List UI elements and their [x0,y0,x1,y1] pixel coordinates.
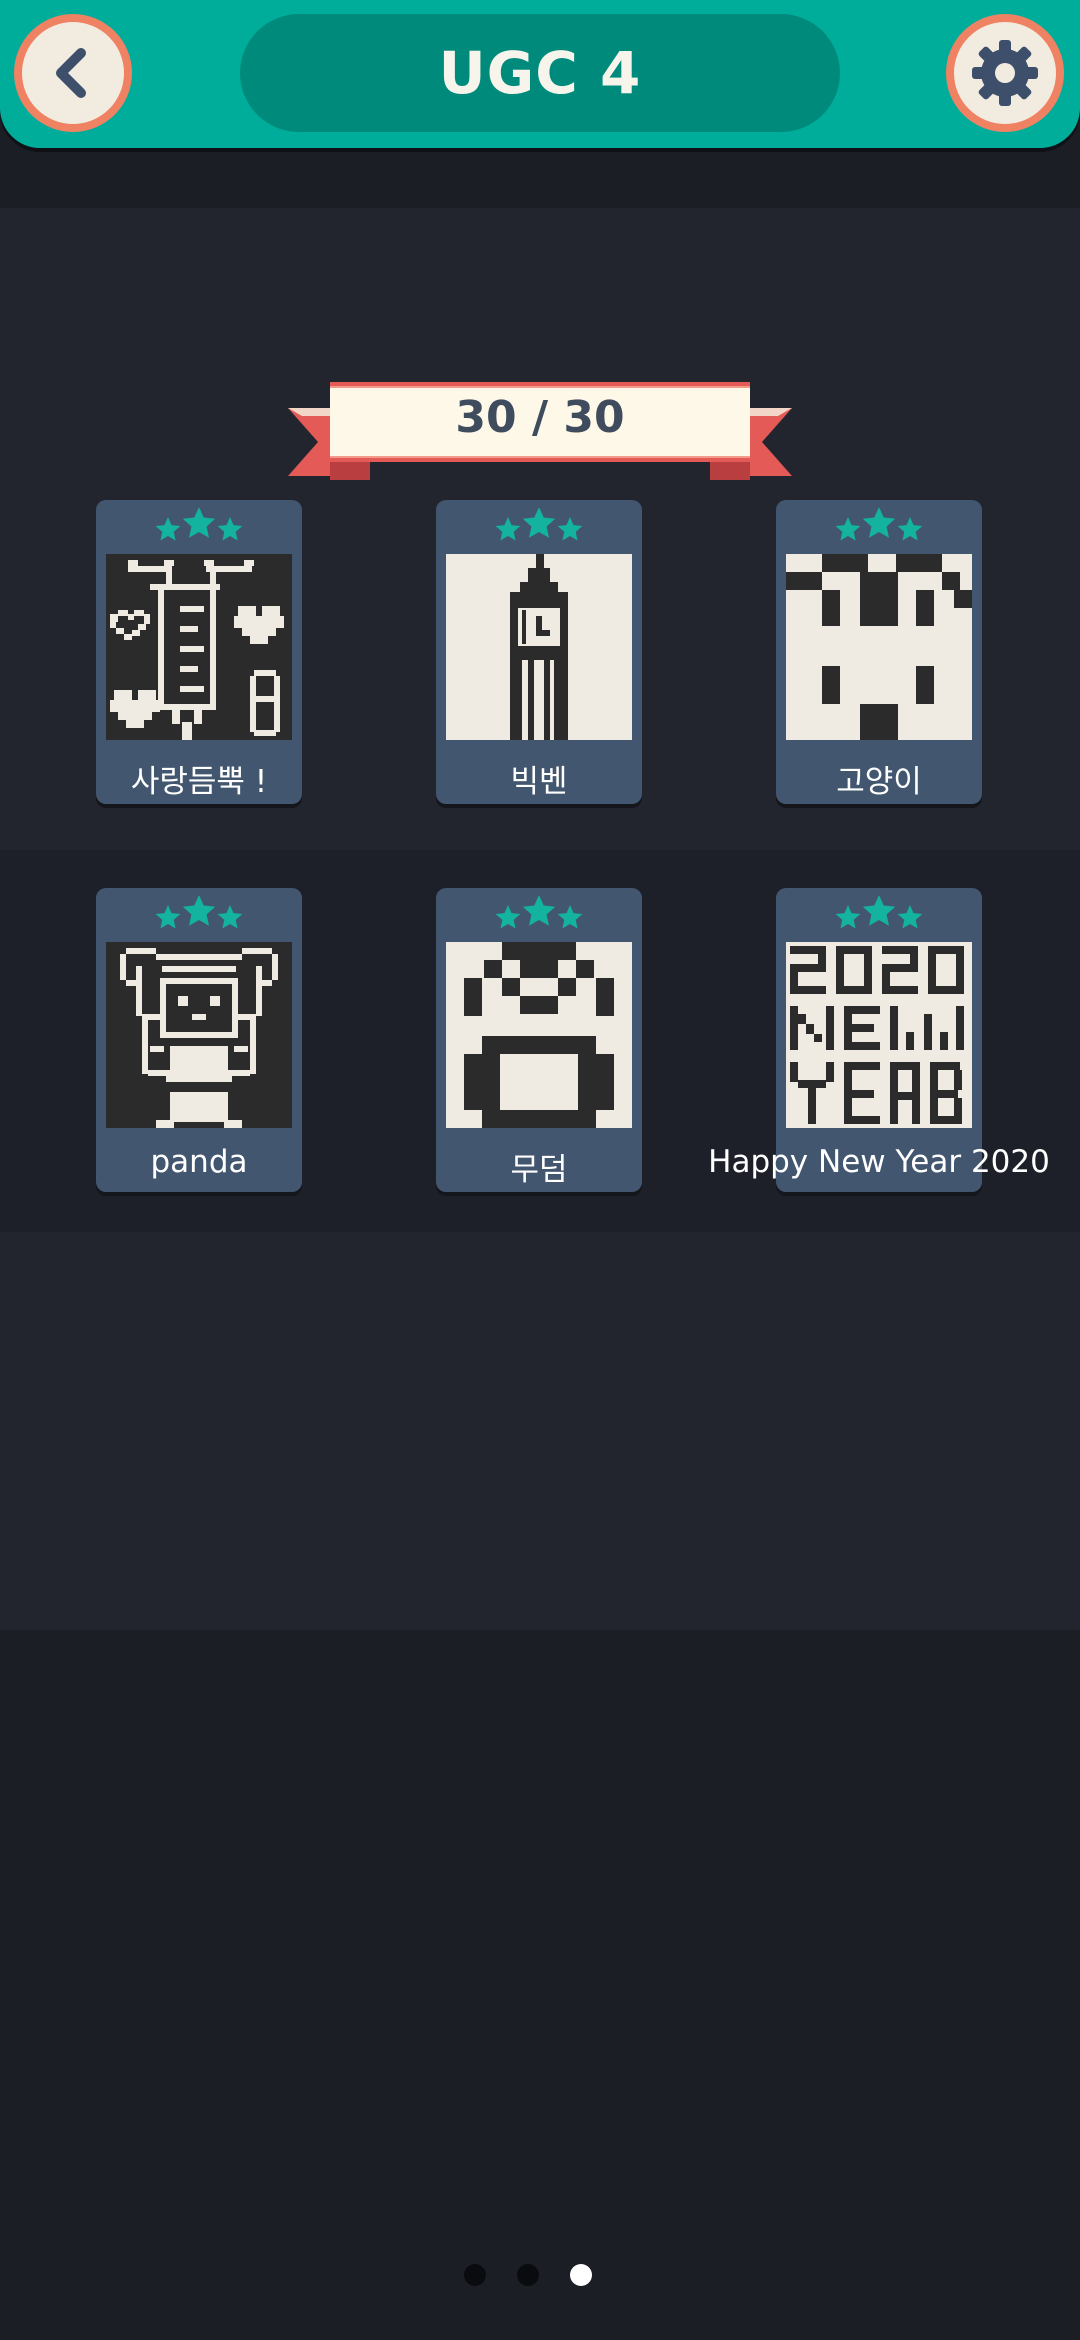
2020-new-year-pixel-art [786,942,972,1128]
page-dot-3-active[interactable] [570,2264,592,2286]
star-icon-3 [897,517,923,541]
level-card-1[interactable]: 사랑듬뿍 ! [96,500,302,804]
back-button[interactable] [14,14,132,132]
settings-button[interactable] [946,14,1064,132]
progress-counter: 30 / 30 [455,391,625,443]
level-card-5[interactable]: 무덤 [436,888,642,1192]
level-name: Happy New Year 2020 [708,1144,1050,1180]
three-stars-icon [835,508,923,541]
star-icon-2 [182,508,216,538]
star-icon-2 [522,508,556,538]
big-ben-pixel-art [446,554,632,740]
star-icon-3 [217,517,243,541]
star-icon-1 [495,905,521,929]
level-card-3[interactable]: 고양이 [776,500,982,804]
star-icon-3 [217,905,243,929]
title-pill: UGC 4 [240,14,840,132]
tomb-pixel-art [446,942,632,1128]
star-icon-2 [522,896,556,926]
level-name: 고양이 [836,764,922,800]
syringe-hearts-pixel-art [106,554,292,740]
star-icon-3 [557,905,583,929]
star-icon-2 [862,896,896,926]
star-icon-2 [862,508,896,538]
star-icon-1 [155,517,181,541]
star-icon-3 [897,905,923,929]
top-bar: UGC 4 [0,0,1080,148]
gear-icon [972,40,1038,106]
page-dot-2[interactable] [517,2264,539,2286]
level-card-4[interactable]: panda [96,888,302,1192]
star-icon-3 [557,517,583,541]
level-card-6[interactable]: Happy New Year 2020 [708,888,1050,1192]
star-icon-1 [155,905,181,929]
three-stars-icon [155,508,243,541]
level-card-2[interactable]: 빅벤 [436,500,642,804]
page-dot-1[interactable] [464,2264,486,2286]
three-stars-icon [495,508,583,541]
level-row-band-3 [0,1232,1080,1630]
chevron-left-icon [56,48,86,98]
page-title: UGC 4 [438,39,642,107]
panda-girl-pixel-art [106,942,292,1128]
cat-face-pixel-art [786,554,972,740]
star-icon-1 [835,517,861,541]
three-stars-icon [155,896,243,929]
three-stars-icon [835,896,923,929]
star-icon-1 [495,517,521,541]
three-stars-icon [495,896,583,929]
star-icon-1 [835,905,861,929]
star-icon-2 [182,896,216,926]
